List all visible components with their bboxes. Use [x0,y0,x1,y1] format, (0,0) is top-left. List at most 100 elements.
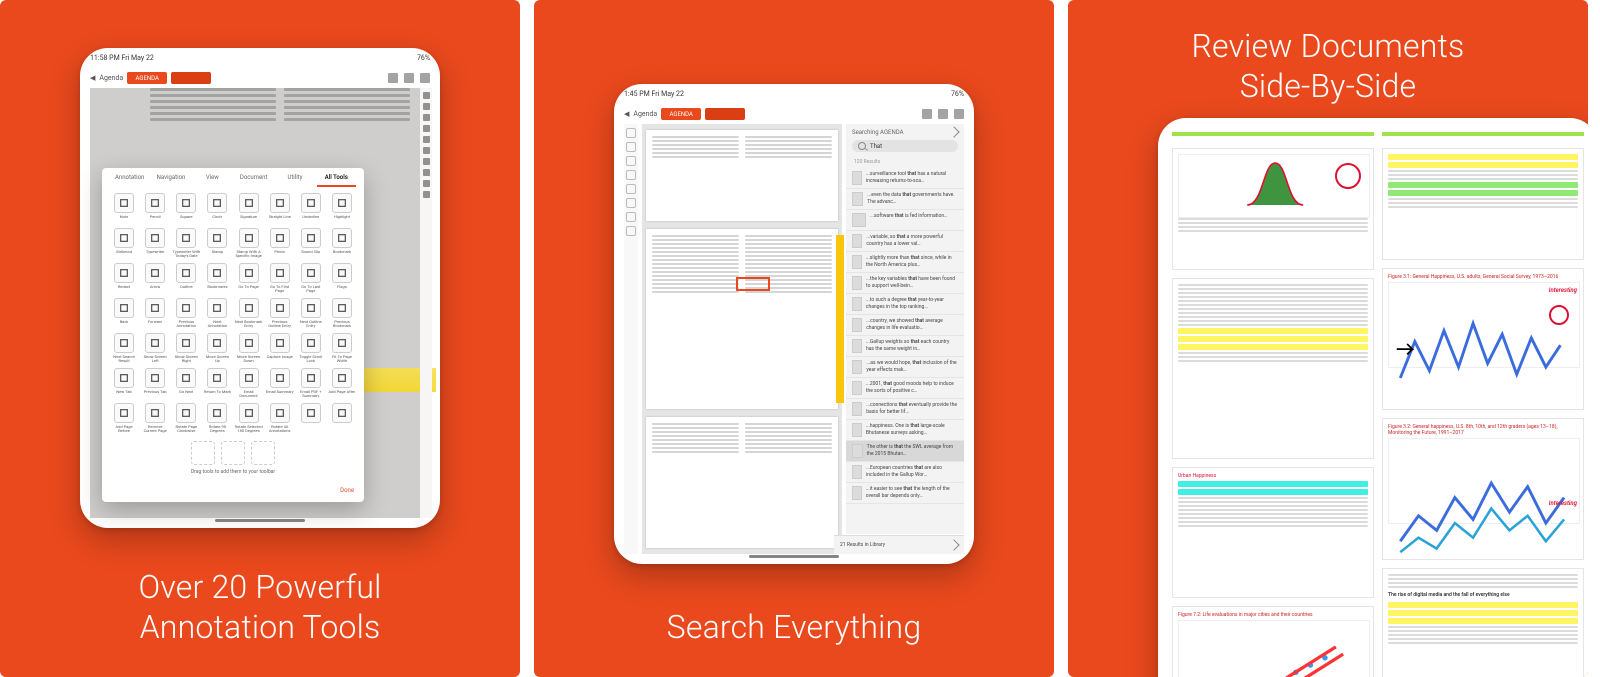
tool-item[interactable]: Fit To Page Width [328,333,356,363]
tool-item[interactable]: Rotate 90 Degrees [203,403,231,433]
tool-item[interactable]: Outline [172,263,200,293]
drag-slot[interactable] [191,441,215,465]
tool-item[interactable]: Previous Bookmark [328,298,356,328]
tool-icon[interactable] [423,125,430,132]
tool-item[interactable]: Photo [266,228,294,258]
toolbar-agenda-label[interactable]: Agenda [99,74,123,82]
search-result[interactable]: ...connections that eventually provide t… [846,399,964,420]
tool-item[interactable]: Go Next [172,368,200,398]
search-result[interactable]: ...as we would hope, that inclusion of t… [846,357,964,378]
doc-title-pill[interactable]: AGENDA [127,72,167,84]
tool-item[interactable]: Add Page After [328,368,356,398]
search-result[interactable]: ...even the data that governments have. … [846,189,964,210]
popup-tab[interactable]: View [193,174,232,187]
tool-icon[interactable] [423,158,430,165]
tool-item[interactable]: Next Outline Entry [297,298,325,328]
tool-item[interactable]: Circle [203,193,231,223]
tool-item[interactable]: Show Screen Left [141,333,169,363]
popup-tab[interactable]: All Tools [317,174,356,187]
tool-item[interactable]: Toggle Scroll Lock [297,333,325,363]
tool-icon[interactable] [626,170,636,180]
tool-item[interactable]: Pencil [141,193,169,223]
home-icon[interactable] [922,109,932,119]
right-document-pane[interactable]: Figure 3.1: General Happiness, U.S. adul… [1382,132,1584,677]
tool-icon[interactable] [423,169,430,176]
tool-item[interactable]: Typewriter With Today's Date [172,228,200,258]
tool-item[interactable]: Arrow [141,263,169,293]
tool-item[interactable]: Stamp With A Specific Image [235,228,263,258]
tool-icon[interactable] [423,92,430,99]
tool-item[interactable]: Email PDF + Summary [297,368,325,398]
search-result[interactable]: ...to such a degree that year-to-year ch… [846,294,964,315]
grid-icon[interactable] [938,109,948,119]
search-result[interactable]: ...it easier to see that the length of t… [846,483,964,504]
left-document-pane[interactable]: Urban Happiness Figure 7.2: Life evaluat… [1172,132,1374,677]
search-result[interactable]: ...surveillance tool that has a natural … [846,168,964,189]
tool-item[interactable]: Go To First Page [266,263,294,293]
popup-tab[interactable]: Document [234,174,273,187]
tool-item[interactable]: Go To Page [235,263,263,293]
tool-item[interactable]: Previous Outline Entry [266,298,294,328]
search-result[interactable]: ...European countries that are also incl… [846,462,964,483]
tool-item[interactable]: Rotate All Annotations [266,403,294,433]
tool-icon[interactable] [423,147,430,154]
tool-item[interactable]: Add Page Before [110,403,138,433]
tool-item[interactable]: Square [172,193,200,223]
fullscreen-icon[interactable] [420,73,430,83]
tool-icon[interactable] [626,226,636,236]
tool-item[interactable]: Rotate Page Clockwise [172,403,200,433]
tool-item[interactable]: Strikeout [110,228,138,258]
tool-item[interactable]: Go To Last Page [297,263,325,293]
popup-tab[interactable]: Utility [275,174,314,187]
tool-item[interactable]: Forward [141,298,169,328]
popup-tab[interactable]: Annotation [110,174,149,187]
toolbar-agenda-label[interactable]: Agenda [633,110,657,118]
tool-icon[interactable] [626,156,636,166]
drag-slot[interactable] [251,441,275,465]
tool-item[interactable]: Show Screen Right [172,333,200,363]
tool-item[interactable]: Flags [328,263,356,293]
search-result[interactable]: ...Gallup weights so that each country h… [846,336,964,357]
tool-item[interactable]: Redact [110,263,138,293]
search-result[interactable]: ...software that is fed information… [846,210,964,231]
search-result[interactable]: ...the key variables that have been foun… [846,273,964,294]
tool-item[interactable]: Move Screen Up [203,333,231,363]
tool-item[interactable]: Typewriter [141,228,169,258]
tool-icon[interactable] [423,136,430,143]
tool-icon[interactable] [423,191,430,198]
tool-item[interactable]: Capture Image [266,333,294,363]
search-results-list[interactable]: ...surveillance tool that has a natural … [846,168,964,534]
tool-item[interactable]: New Tab [110,368,138,398]
grid-icon[interactable] [388,73,398,83]
tool-icon[interactable] [626,198,636,208]
tool-item[interactable]: Move Screen Down [235,333,263,363]
tool-item[interactable]: Highlight [328,193,356,223]
tool-item[interactable]: Straight Line [266,193,294,223]
search-result[interactable]: ...variable, so that a more powerful cou… [846,231,964,252]
tool-item[interactable]: Signature [235,193,263,223]
tool-item[interactable]: Remove Current Page [141,403,169,433]
drag-slot[interactable] [221,441,245,465]
chevron-right-icon[interactable] [948,126,959,137]
tool-item[interactable]: Email Document [235,368,263,398]
tool-item[interactable]: Sound Clip [297,228,325,258]
tool-item[interactable]: Note [110,193,138,223]
search-icon[interactable] [404,73,414,83]
back-chevron-icon[interactable]: ◀ [624,110,629,118]
search-result[interactable]: ...slightly more than that since, while … [846,252,964,273]
tool-icon[interactable] [626,184,636,194]
pencil-icon[interactable] [954,109,964,119]
search-result[interactable]: The other is that the SWL average from t… [846,441,964,462]
library-results-footer[interactable]: 21 Results in Library [834,535,964,554]
tool-item[interactable] [328,403,356,433]
tool-icon[interactable] [423,103,430,110]
tool-item[interactable]: Next Annotation [203,298,231,328]
tool-icon[interactable] [423,114,430,121]
search-result[interactable]: ...country, we showed that average chang… [846,315,964,336]
document-area[interactable] [642,124,842,554]
tool-item[interactable]: Bookmarks [203,263,231,293]
tool-icon[interactable] [626,128,636,138]
search-input[interactable]: That [852,140,958,152]
tool-item[interactable]: Stamp [203,228,231,258]
tool-item[interactable]: Rotate Selected 180 Degrees [235,403,263,433]
